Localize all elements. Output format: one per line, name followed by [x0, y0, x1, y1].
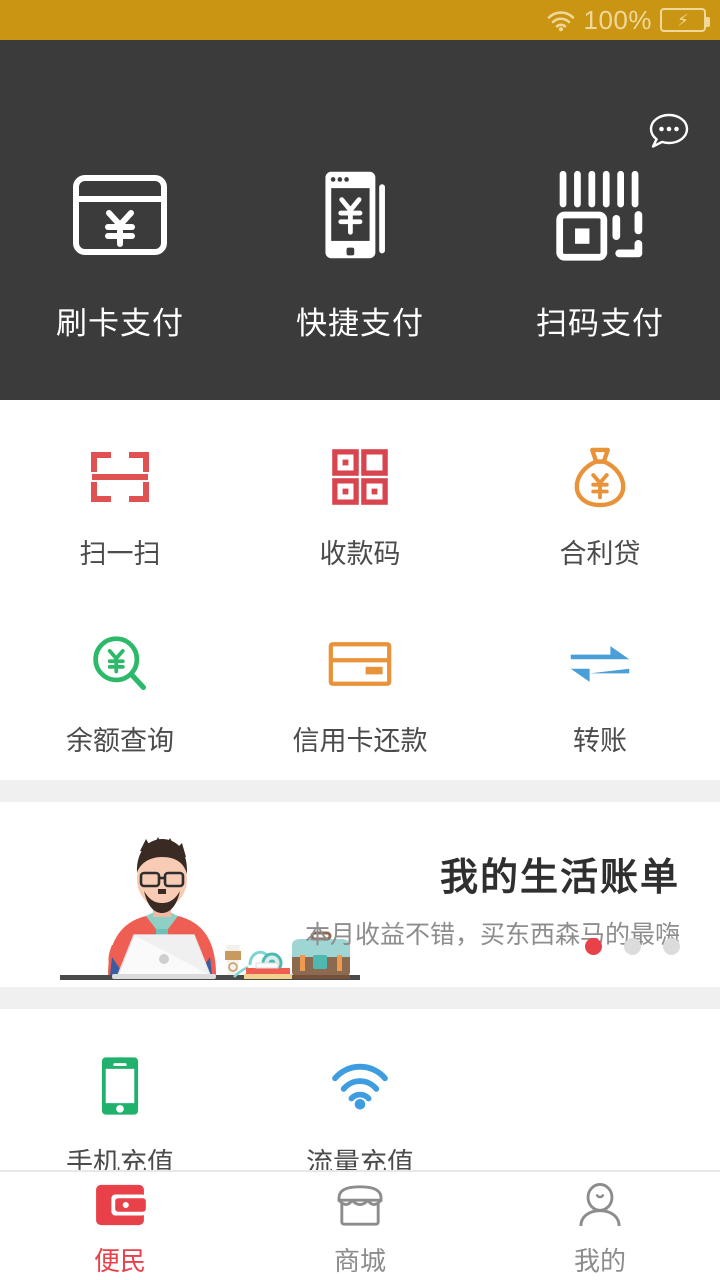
wifi-icon: [546, 8, 576, 32]
barcode-qrcode-icon: [500, 160, 700, 270]
service-label: 合利贷: [559, 539, 641, 570]
services-grid: 扫一扫 收款码 合利贷 余额查询 信用卡还款 转账: [0, 400, 720, 780]
section-divider: [0, 780, 720, 802]
service-label: 转账: [573, 726, 627, 757]
services-row-2: 余额查询 信用卡还款 转账: [0, 593, 720, 780]
money-bag-icon: [480, 442, 720, 512]
service-credit-card-repay[interactable]: 信用卡还款: [240, 593, 480, 780]
credit-card-yen-icon: [20, 160, 220, 270]
magnifier-yen-icon: [0, 629, 240, 699]
carousel-dot[interactable]: [663, 938, 680, 955]
tab-label: 我的: [573, 1246, 626, 1277]
chat-bubble-icon[interactable]: [646, 108, 692, 154]
shop-icon: [240, 1179, 480, 1231]
qr-code-icon: [240, 442, 480, 512]
tab-label: 商城: [333, 1246, 386, 1277]
life-bill-banner[interactable]: 我的生活账单 本月收益不错，买东西森马的最嗨: [0, 802, 720, 987]
pay-method-scan[interactable]: 扫码支付: [500, 160, 700, 343]
wifi-signal-icon: [240, 1051, 480, 1121]
tab-profile[interactable]: 我的: [480, 1175, 720, 1278]
app-root: 100% ⚡ 刷卡支付 快捷支付 扫码支付 扫一扫 收款码 合利贷 余额查询 信…: [0, 0, 720, 1280]
status-bar: 100% ⚡: [0, 0, 720, 40]
service-label: 扫一扫: [79, 539, 161, 570]
scan-frame-icon: [0, 442, 240, 512]
wallet-icon: [0, 1179, 240, 1231]
battery-charging-icon: ⚡: [660, 8, 710, 32]
carousel-dots: [585, 938, 680, 955]
person-icon: [480, 1179, 720, 1231]
service-label: 收款码: [319, 539, 401, 570]
payment-methods-row: 刷卡支付 快捷支付 扫码支付: [0, 160, 720, 343]
service-label: 余额查询: [66, 726, 174, 757]
service-transfer[interactable]: 转账: [480, 593, 720, 780]
pay-method-label: 刷卡支付: [56, 306, 184, 342]
pay-method-card[interactable]: 刷卡支付: [20, 160, 220, 343]
credit-card-icon: [240, 629, 480, 699]
tab-convenience[interactable]: 便民: [0, 1175, 240, 1278]
service-loan[interactable]: 合利贷: [480, 406, 720, 593]
banner-title: 我的生活账单: [439, 855, 680, 899]
battery-percent-label: 100%: [583, 5, 652, 35]
service-receive-qr[interactable]: 收款码: [240, 406, 480, 593]
service-scan[interactable]: 扫一扫: [0, 406, 240, 593]
service-balance-query[interactable]: 余额查询: [0, 593, 240, 780]
payment-header: 刷卡支付 快捷支付 扫码支付: [0, 40, 720, 400]
service-label: 信用卡还款: [292, 726, 428, 757]
pay-method-label: 快捷支付: [296, 306, 424, 342]
services-row-1: 扫一扫 收款码 合利贷: [0, 406, 720, 593]
bottom-tab-bar: 便民 商城 我的: [0, 1170, 720, 1280]
mobile-phone-yen-icon: [260, 160, 460, 270]
banner-text-block: 我的生活账单 本月收益不错，买东西森马的最嗨: [305, 846, 680, 951]
carousel-dot[interactable]: [585, 938, 602, 955]
transfer-arrows-icon: [480, 629, 720, 699]
section-divider-2: [0, 987, 720, 1009]
tab-mall[interactable]: 商城: [240, 1175, 480, 1278]
tab-label: 便民: [93, 1246, 146, 1277]
smartphone-icon: [0, 1051, 240, 1121]
carousel-dot[interactable]: [624, 938, 641, 955]
pay-method-label: 扫码支付: [536, 306, 664, 342]
pay-method-quick[interactable]: 快捷支付: [260, 160, 460, 343]
